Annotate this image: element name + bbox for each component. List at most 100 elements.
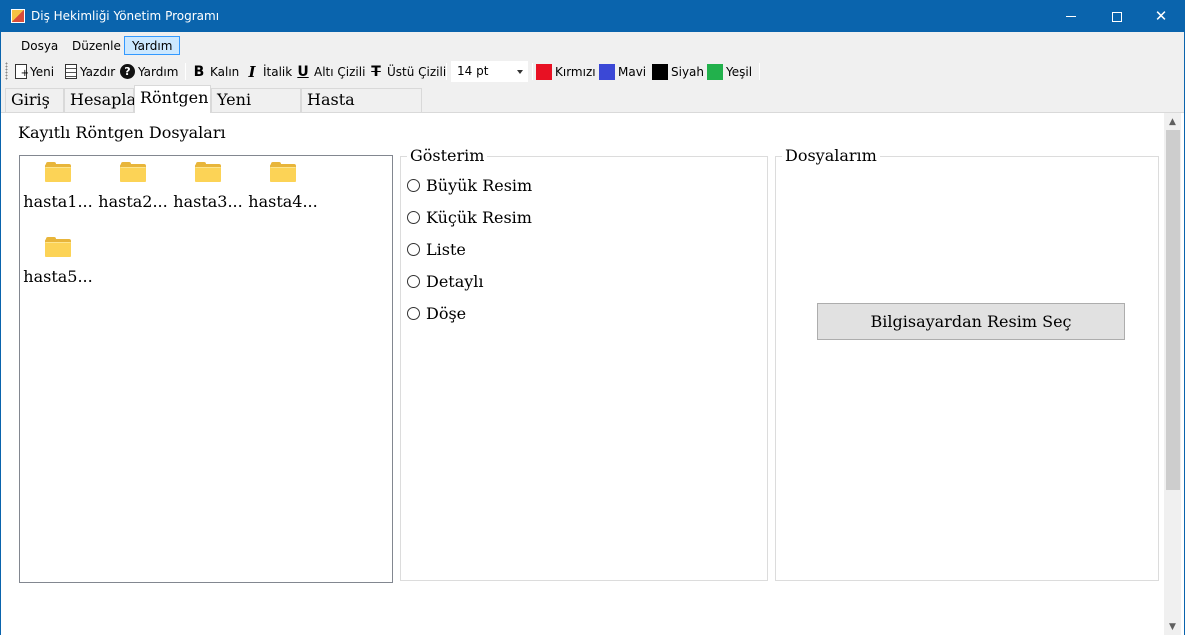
radio-label: Büyük Resim [426, 176, 533, 195]
folder-icon [270, 162, 296, 182]
red-swatch-icon [536, 63, 552, 80]
strikethrough-button-label: Üstü Çizili [387, 64, 447, 79]
new-button[interactable]: Yeni [13, 61, 54, 82]
menu-dosya[interactable]: Dosya [13, 36, 66, 55]
file-name: hasta1... [23, 192, 93, 211]
color-green-label: Yeşil [726, 64, 753, 79]
underline-button-label: Altı Çizili [314, 64, 366, 79]
my-files-legend: Dosyalarım [782, 146, 880, 165]
section-title: Kayıtlı Röntgen Dosyaları [18, 123, 226, 142]
underline-button[interactable]: U Altı Çizili [295, 61, 365, 82]
radio-dose[interactable]: Döşe [407, 304, 466, 323]
file-name: hasta5... [23, 267, 93, 286]
menu-yardim[interactable]: Yardım [124, 36, 181, 55]
window-title: Diş Hekimliği Yönetim Programı [31, 9, 220, 23]
toolbar-separator [532, 63, 533, 80]
list-item[interactable]: hasta3... [172, 162, 244, 211]
app-window: Diş Hekimliği Yönetim Programı ✕ Dosya D… [0, 0, 1185, 635]
view-mode-group: Gösterim Büyük Resim Küçük Resim Liste D… [400, 146, 768, 581]
radio-label: Detaylı [426, 272, 484, 291]
toolbar-separator [446, 63, 447, 80]
underline-icon: U [297, 63, 309, 80]
chevron-down-icon [517, 70, 523, 74]
color-blue-button[interactable]: Mavi [599, 61, 646, 82]
bold-button[interactable]: B Kalın [191, 61, 240, 82]
radio-label: Küçük Resim [426, 208, 532, 227]
print-button-label: Yazdır [80, 64, 116, 79]
help-button-label: Yardım [138, 64, 179, 79]
bold-button-label: Kalın [210, 64, 240, 79]
bold-icon: B [193, 63, 205, 80]
radio-liste[interactable]: Liste [407, 240, 466, 259]
color-black-label: Siyah [671, 64, 705, 79]
italic-button[interactable]: I İtalik [244, 61, 292, 82]
radio-icon [407, 275, 420, 288]
toolbar-separator [185, 63, 186, 80]
color-red-label: Kırmızı [555, 64, 596, 79]
scroll-thumb[interactable] [1166, 130, 1180, 490]
strikethrough-button[interactable]: T Üstü Çizili [368, 61, 446, 82]
color-blue-label: Mavi [618, 64, 647, 79]
view-mode-legend: Gösterim [407, 146, 488, 165]
minimize-button[interactable] [1048, 1, 1094, 32]
color-black-button[interactable]: Siyah [652, 61, 704, 82]
radio-kucuk-resim[interactable]: Küçük Resim [407, 208, 532, 227]
help-icon: ? [120, 64, 135, 79]
new-button-label: Yeni [30, 64, 55, 79]
new-document-icon [15, 64, 29, 82]
black-swatch-icon [652, 63, 668, 80]
radio-detayli[interactable]: Detaylı [407, 272, 484, 291]
tab-strip: Giriş Hesapla Röntgen Yeni Hasta Hasta K… [1, 85, 1184, 131]
tab-rontgen[interactable]: Röntgen [134, 85, 211, 113]
blue-swatch-icon [599, 63, 615, 80]
folder-icon [45, 162, 71, 182]
list-item[interactable]: hasta2... [97, 162, 169, 211]
radio-icon [407, 179, 420, 192]
print-button[interactable]: Yazdır [63, 61, 115, 82]
color-red-button[interactable]: Kırmızı [536, 61, 596, 82]
folder-icon [195, 162, 221, 182]
print-icon [65, 64, 77, 79]
tab-panel-rontgen: Kayıtlı Röntgen Dosyaları hasta1... hast… [1, 112, 1184, 635]
color-green-button[interactable]: Yeşil [707, 61, 752, 82]
xray-file-list[interactable]: hasta1... hasta2... hasta3... hasta4... … [19, 155, 393, 583]
pick-image-button[interactable]: Bilgisayardan Resim Seç [817, 303, 1125, 340]
app-icon [11, 9, 25, 23]
radio-icon [407, 307, 420, 320]
tab-yeni-hasta[interactable]: Yeni Hasta [211, 88, 301, 131]
file-name: hasta2... [98, 192, 168, 211]
title-bar: Diş Hekimliği Yönetim Programı ✕ [1, 1, 1184, 32]
font-size-select[interactable]: 14 pt [451, 61, 528, 82]
radio-label: Liste [426, 240, 466, 259]
minimize-icon [1066, 16, 1076, 17]
maximize-icon [1112, 11, 1122, 22]
list-item[interactable]: hasta5... [22, 237, 94, 286]
folder-icon [120, 162, 146, 182]
toolbar-separator [759, 63, 760, 80]
toolbar-grip[interactable] [5, 62, 8, 80]
tab-hesapla[interactable]: Hesapla [64, 88, 136, 112]
italic-icon: I [248, 62, 256, 81]
tab-giris[interactable]: Giriş [5, 88, 64, 112]
help-button[interactable]: ? Yardım [120, 61, 178, 82]
maximize-button[interactable] [1094, 1, 1140, 32]
file-name: hasta3... [173, 192, 243, 211]
close-button[interactable]: ✕ [1138, 1, 1184, 32]
radio-icon [407, 243, 420, 256]
file-name: hasta4... [248, 192, 318, 211]
scroll-up-icon[interactable]: ▲ [1164, 113, 1181, 130]
italic-button-label: İtalik [263, 64, 293, 79]
my-files-group: Dosyalarım Bilgisayardan Resim Seç [775, 146, 1159, 581]
scroll-down-icon[interactable]: ▼ [1164, 618, 1181, 635]
folder-icon [45, 237, 71, 257]
green-swatch-icon [707, 63, 723, 80]
radio-label: Döşe [426, 304, 467, 323]
list-item[interactable]: hasta1... [22, 162, 94, 211]
close-icon: ✕ [1154, 7, 1168, 25]
menu-duzenle[interactable]: Düzenle [64, 36, 129, 55]
vertical-scrollbar[interactable]: ▲ ▼ [1164, 113, 1181, 635]
radio-buyuk-resim[interactable]: Büyük Resim [407, 176, 532, 195]
font-size-value: 14 pt [457, 64, 489, 78]
list-item[interactable]: hasta4... [247, 162, 319, 211]
tab-hasta-kayitlari[interactable]: Hasta Kayıtları [301, 88, 422, 131]
